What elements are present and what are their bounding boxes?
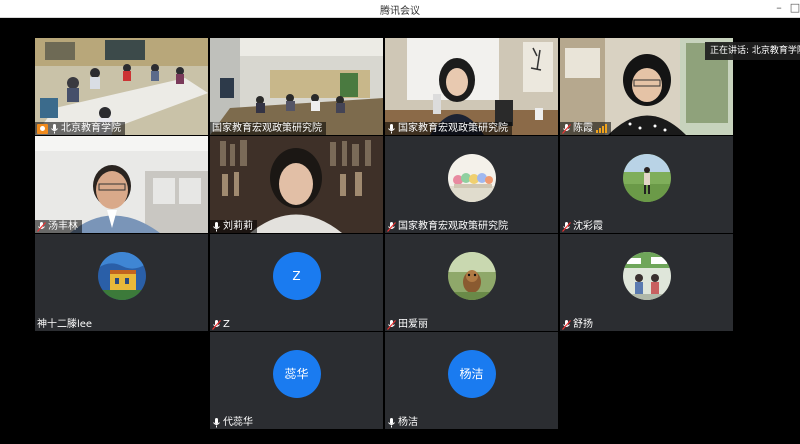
participant-name-bar: 国家教育宏观政策研究院 bbox=[385, 122, 512, 135]
participant-name: 汤丰林 bbox=[48, 221, 78, 232]
minimize-icon[interactable]: – bbox=[772, 1, 786, 15]
participant-name-bar: 刘莉莉 bbox=[210, 220, 257, 233]
participant-video bbox=[385, 38, 558, 135]
participant-name-bar: 汤丰林 bbox=[35, 220, 82, 233]
participant-name: 沈彩霞 bbox=[573, 221, 603, 232]
participant-name: 田爱丽 bbox=[398, 319, 428, 330]
participant-tile[interactable]: 国家教育宏观政策研究院 bbox=[385, 38, 558, 135]
participant-tile[interactable]: 刘莉莉 bbox=[210, 136, 383, 233]
participant-tile[interactable]: 蕊华 代蕊华 bbox=[210, 332, 383, 429]
microphone-icon bbox=[51, 123, 58, 133]
participant-tile[interactable]: 沈彩霞 bbox=[560, 136, 733, 233]
microphone-muted-icon bbox=[562, 221, 571, 232]
participant-name-bar: 舒扬 bbox=[560, 318, 597, 331]
participant-name: 舒扬 bbox=[573, 319, 593, 330]
microphone-muted-icon bbox=[212, 319, 221, 330]
participant-name: Z bbox=[223, 319, 230, 330]
participant-avatar bbox=[97, 251, 146, 300]
participant-tile[interactable]: 舒扬 bbox=[560, 234, 733, 331]
participant-avatar bbox=[447, 251, 496, 300]
microphone-icon bbox=[213, 417, 220, 427]
microphone-muted-icon bbox=[37, 221, 46, 232]
window-title: 腾讯会议 bbox=[380, 6, 420, 17]
video-gallery: 北京教育学院 国家教育宏观政策研究院 国家教育宏观政策研究院 陈霞 汤丰林 刘莉… bbox=[0, 18, 800, 444]
participant-tile[interactable]: 田爱丽 bbox=[385, 234, 558, 331]
microphone-muted-icon bbox=[387, 221, 396, 232]
participant-name: 陈霞 bbox=[573, 123, 593, 134]
participant-name-bar: 杨洁 bbox=[385, 416, 422, 429]
microphone-muted-icon bbox=[562, 319, 571, 330]
participant-tile[interactable]: 北京教育学院 bbox=[35, 38, 208, 135]
participant-avatar: 杨洁 bbox=[447, 349, 496, 398]
microphone-icon bbox=[388, 123, 395, 133]
participant-name: 杨洁 bbox=[398, 417, 418, 428]
participant-name: 北京教育学院 bbox=[61, 123, 121, 134]
participant-name: 神十二滕lee bbox=[37, 319, 93, 330]
participant-name-bar: 神十二滕lee bbox=[35, 318, 96, 331]
signal-strength-icon bbox=[596, 124, 607, 133]
participant-name-bar: Z bbox=[210, 318, 234, 331]
participant-video bbox=[35, 136, 208, 233]
participant-name: 代蕊华 bbox=[223, 417, 253, 428]
participant-tile[interactable]: 神十二滕lee bbox=[35, 234, 208, 331]
participant-avatar bbox=[447, 153, 496, 202]
microphone-muted-icon bbox=[387, 319, 396, 330]
participant-tile[interactable]: 国家教育宏观政策研究院 bbox=[385, 136, 558, 233]
participant-avatar bbox=[622, 153, 671, 202]
participant-avatar: 蕊华 bbox=[272, 349, 321, 398]
participant-name: 国家教育宏观政策研究院 bbox=[212, 123, 322, 134]
participant-video bbox=[210, 38, 383, 135]
participant-name-bar: 代蕊华 bbox=[210, 416, 257, 429]
participant-name-bar: 沈彩霞 bbox=[560, 220, 607, 233]
participant-name-bar: 田爱丽 bbox=[385, 318, 432, 331]
microphone-icon bbox=[388, 417, 395, 427]
microphone-muted-icon bbox=[562, 123, 571, 134]
participant-video bbox=[35, 38, 208, 135]
maximize-icon[interactable]: □ bbox=[788, 1, 800, 15]
participant-name-bar: 北京教育学院 bbox=[35, 122, 125, 135]
participant-avatar bbox=[622, 251, 671, 300]
participant-name: 国家教育宏观政策研究院 bbox=[398, 221, 508, 232]
participant-name-bar: 陈霞 bbox=[560, 122, 611, 135]
participant-name-bar: 国家教育宏观政策研究院 bbox=[385, 220, 512, 233]
speaking-indicator: 正在讲话: 北京教育学院; bbox=[705, 42, 800, 60]
participant-tile[interactable]: 杨洁 杨洁 bbox=[385, 332, 558, 429]
host-icon bbox=[37, 123, 48, 134]
microphone-icon bbox=[213, 221, 220, 231]
participant-name: 国家教育宏观政策研究院 bbox=[398, 123, 508, 134]
participant-name: 刘莉莉 bbox=[223, 221, 253, 232]
participant-tile[interactable]: Z Z bbox=[210, 234, 383, 331]
participant-tile[interactable]: 汤丰林 bbox=[35, 136, 208, 233]
participant-name-bar: 国家教育宏观政策研究院 bbox=[210, 122, 326, 135]
participant-avatar: Z bbox=[272, 251, 321, 300]
window-titlebar: 腾讯会议 – □ bbox=[0, 0, 800, 18]
participant-video bbox=[210, 136, 383, 233]
participant-tile[interactable]: 国家教育宏观政策研究院 bbox=[210, 38, 383, 135]
